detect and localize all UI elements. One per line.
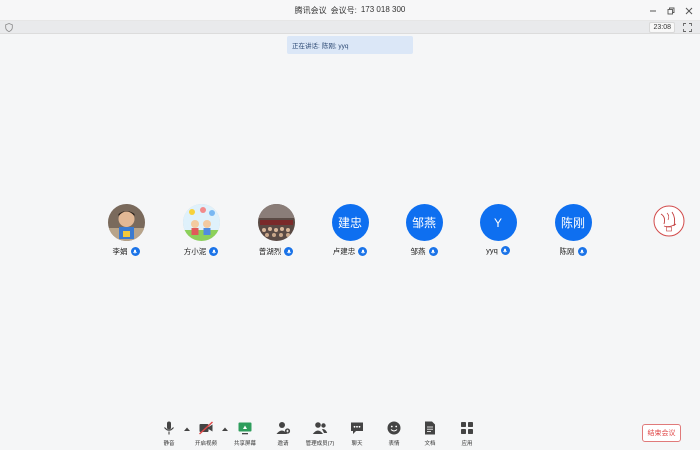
mic-icon bbox=[577, 247, 587, 256]
title-bar: 腾讯会议 会议号: 173 018 300 bbox=[0, 0, 700, 21]
meeting-timer: 23:08 bbox=[649, 22, 675, 33]
manage-members-label: 管理成员(7) bbox=[305, 441, 335, 447]
participant-tile[interactable]: 李娟 bbox=[96, 204, 156, 257]
speaking-indicator: 正在讲话: 陈刚; yyq bbox=[287, 36, 413, 54]
members-icon bbox=[312, 422, 328, 434]
participant-name-row: yyq bbox=[486, 246, 510, 255]
meeting-id[interactable]: 173 018 300 bbox=[361, 5, 406, 16]
window-title: 腾讯会议 会议号: 173 018 300 bbox=[295, 5, 406, 16]
invite-label: 邀请 bbox=[277, 441, 289, 447]
avatar: 邹燕 bbox=[405, 204, 443, 241]
avatar bbox=[107, 204, 145, 241]
video-off-icon bbox=[199, 421, 213, 435]
mic-icon bbox=[209, 247, 219, 256]
participant-name-row: 李娟 bbox=[113, 246, 140, 257]
avatar: Y bbox=[479, 204, 517, 241]
participant-name-row: 方小泥 bbox=[184, 246, 219, 257]
start-video-button[interactable]: 开启视频 bbox=[186, 420, 226, 447]
documents-label: 文档 bbox=[424, 441, 436, 447]
mute-label: 静音 bbox=[163, 441, 175, 447]
mic-icon bbox=[428, 247, 438, 256]
shield-icon[interactable] bbox=[5, 23, 13, 32]
avatar-photo-crowd-icon bbox=[257, 204, 295, 241]
window-controls bbox=[646, 0, 696, 21]
participant-name: 李娟 bbox=[112, 247, 128, 256]
apps-button[interactable]: 应用 bbox=[447, 420, 487, 447]
share-screen-label: 共享屏幕 bbox=[233, 441, 256, 447]
participant-tile[interactable]: 方小泥 bbox=[171, 204, 231, 257]
speaking-names: 陈刚; yyq bbox=[321, 43, 349, 50]
meeting-id-label: 会议号: bbox=[330, 5, 357, 15]
add-user-icon bbox=[276, 422, 291, 434]
invite-button[interactable]: 邀请 bbox=[263, 420, 303, 447]
participant-name-row: 邹燕 bbox=[411, 246, 438, 257]
participant-tile[interactable]: 邹燕 邹燕 bbox=[394, 204, 454, 257]
share-screen-button[interactable]: 共享屏幕 bbox=[225, 420, 265, 447]
share-screen-icon bbox=[238, 422, 252, 435]
reactions-button[interactable]: 表情 bbox=[374, 420, 414, 447]
participant-name-row: 曾湖烈 bbox=[259, 246, 294, 257]
avatar-cartoon-kids-icon bbox=[182, 204, 220, 241]
mute-button[interactable]: 静音 bbox=[149, 420, 189, 447]
mic-icon bbox=[130, 247, 140, 256]
bottom-toolbar: 静音 开启视频 共享屏幕 邀请 管理成员(7) 聊天 表情 文档 应用 bbox=[0, 418, 700, 450]
microphone-icon bbox=[164, 421, 174, 435]
info-bar: 23:08 bbox=[0, 21, 700, 34]
app-title: 腾讯会议 bbox=[294, 5, 327, 15]
speaking-label: 正在讲话: bbox=[292, 43, 320, 50]
participant-name: 方小泥 bbox=[183, 247, 207, 256]
mic-icon bbox=[284, 247, 294, 256]
participant-name: yyq bbox=[486, 246, 498, 255]
minimize-button[interactable] bbox=[646, 4, 660, 18]
participant-name: 曾湖烈 bbox=[258, 247, 282, 256]
smiley-icon bbox=[387, 421, 401, 435]
chat-label: 聊天 bbox=[351, 441, 363, 447]
participant-name-row: 陈刚 bbox=[560, 246, 587, 257]
avatar bbox=[182, 204, 220, 241]
avatar: 陈刚 bbox=[554, 204, 592, 241]
restore-button[interactable] bbox=[664, 4, 678, 18]
start-video-label: 开启视频 bbox=[194, 441, 217, 447]
participant-name: 陈刚 bbox=[559, 247, 575, 256]
watermark-seal-icon bbox=[653, 205, 685, 237]
documents-button[interactable]: 文档 bbox=[410, 420, 450, 447]
avatar: 建忠 bbox=[331, 204, 369, 241]
participant-tile[interactable]: 曾湖烈 bbox=[246, 204, 306, 257]
mic-icon bbox=[500, 246, 510, 255]
apps-label: 应用 bbox=[461, 441, 473, 447]
avatar bbox=[257, 204, 295, 241]
minimize-icon bbox=[650, 10, 656, 11]
fullscreen-icon[interactable] bbox=[683, 23, 692, 32]
restore-icon bbox=[667, 7, 675, 14]
avatar-photo-child-icon bbox=[107, 204, 145, 241]
participant-name-row: 卢建忠 bbox=[333, 246, 368, 257]
participant-grid: 李娟 方小泥 曾湖烈 建忠 卢建忠 邹燕 邹燕 Y yyq 陈刚 陈刚 bbox=[0, 204, 700, 260]
participant-tile[interactable]: 陈刚 陈刚 bbox=[543, 204, 603, 257]
close-icon bbox=[685, 7, 693, 14]
participant-name: 卢建忠 bbox=[332, 247, 356, 256]
chat-icon bbox=[351, 422, 363, 434]
manage-members-button[interactable]: 管理成员(7) bbox=[300, 420, 340, 447]
document-icon bbox=[425, 421, 435, 435]
reactions-label: 表情 bbox=[388, 441, 400, 447]
participant-name: 邹燕 bbox=[410, 247, 426, 256]
close-button[interactable] bbox=[682, 4, 696, 18]
participant-tile[interactable]: 建忠 卢建忠 bbox=[320, 204, 380, 257]
end-meeting-button[interactable]: 结束会议 bbox=[642, 424, 681, 442]
chat-button[interactable]: 聊天 bbox=[337, 420, 377, 447]
participant-tile[interactable]: Y yyq bbox=[468, 204, 528, 255]
apps-grid-icon bbox=[461, 422, 473, 434]
mic-icon bbox=[358, 247, 368, 256]
